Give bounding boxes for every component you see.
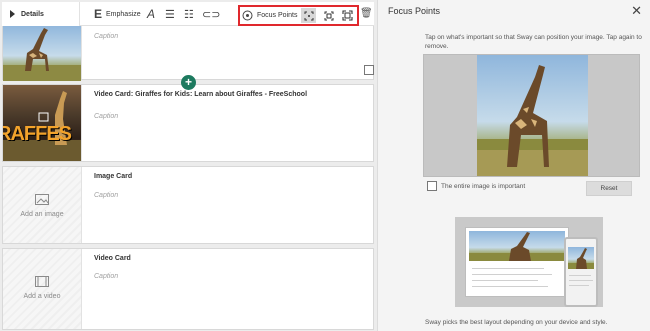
entire-image-checkbox[interactable]: [427, 181, 437, 191]
expand-triangle-icon: [10, 10, 15, 18]
link-button[interactable]: ⊂⊃: [202, 2, 220, 26]
accent-a-icon: A: [147, 7, 156, 21]
phone-preview-image: [568, 247, 594, 269]
text-line: [472, 268, 544, 269]
emphasize-label: Emphasize: [106, 10, 141, 18]
video-play-marker: [38, 112, 49, 122]
bulleted-list-button[interactable]: ☰: [165, 2, 175, 26]
focus-preview-area[interactable]: [423, 54, 640, 177]
image-toolbar: Details E Emphasize A ☰ ☷ ⊂⊃ Focus Point…: [2, 2, 374, 26]
caption-field[interactable]: Caption: [94, 113, 118, 120]
text-line: [569, 285, 589, 286]
card-checkbox[interactable]: [364, 65, 374, 75]
card-body: Image Card Caption: [81, 167, 373, 243]
image-card-title: Image Card: [94, 173, 133, 180]
video-card-empty[interactable]: Add a video Video Card Caption: [2, 248, 374, 330]
emphasize-e-icon: E: [94, 7, 103, 21]
video-card-title: Video Card: Giraffes for Kids: Learn abo…: [94, 91, 308, 98]
caption-field[interactable]: Caption: [94, 33, 118, 40]
video-card-giraffes[interactable]: RAFFES Video Card: Giraffes for Kids: Le…: [2, 84, 374, 162]
text-line: [569, 280, 593, 281]
focus-preview-image[interactable]: [477, 55, 588, 176]
image-card-empty[interactable]: Add an image Image Card Caption: [2, 166, 374, 244]
video-thumb-text: RAFFES: [3, 123, 72, 145]
video-thumbnail[interactable]: RAFFES: [3, 85, 81, 161]
image-placeholder-icon: [35, 194, 49, 205]
numbered-list-button[interactable]: ☷: [184, 2, 194, 26]
bulleted-list-icon: ☰: [165, 8, 175, 21]
emphasize-button[interactable]: E Emphasize: [94, 2, 141, 26]
phone-preview: [564, 237, 598, 307]
add-video-label: Add a video: [23, 293, 61, 300]
focus-hint-text: Tap on what's important so that Sway can…: [425, 34, 642, 50]
giraffe-thumbnail[interactable]: [3, 25, 81, 81]
video-card-title: Video Card: [94, 255, 131, 262]
add-image-label: Add an image: [20, 211, 64, 218]
numbered-list-icon: ☷: [184, 8, 194, 21]
card-body: Video Card: Giraffes for Kids: Learn abo…: [81, 85, 373, 161]
giraffe-image: [3, 28, 81, 81]
text-line: [472, 274, 552, 275]
card-body: Video Card Caption: [81, 249, 373, 329]
focus-points-highlight-box: [238, 5, 359, 26]
giraffe-preview-image: [477, 65, 588, 176]
delete-trash-icon[interactable]: 🗑: [360, 8, 373, 19]
details-label: Details: [21, 10, 44, 18]
panel-title: Focus Points: [388, 6, 441, 16]
caption-field[interactable]: Caption: [94, 192, 118, 199]
entire-image-label: The entire image is important: [441, 183, 526, 190]
layout-footer-text: Sway picks the best layout depending on …: [425, 319, 608, 326]
caption-field[interactable]: Caption: [94, 273, 118, 280]
add-image-placeholder[interactable]: Add an image: [3, 167, 81, 243]
phone-giraffe-image: [568, 248, 594, 269]
add-video-placeholder[interactable]: Add a video: [3, 249, 81, 329]
desktop-preview-image: [469, 231, 565, 261]
text-line: [569, 275, 591, 276]
add-card-plus-button[interactable]: +: [181, 75, 196, 90]
sway-storyline-editor: Caption Details E Emphasize A ☰ ☷ ⊂⊃ Foc…: [0, 0, 377, 331]
link-icon: ⊂⊃: [202, 8, 221, 21]
italic-a-button[interactable]: A: [147, 2, 155, 26]
video-placeholder-icon: [35, 276, 49, 287]
desktop-preview: [465, 227, 569, 297]
text-line: [472, 286, 548, 287]
reset-button[interactable]: Reset: [586, 181, 632, 196]
focus-points-panel: Focus Points ✕ Tap on what's important s…: [377, 0, 650, 331]
device-layout-illustration: [455, 217, 603, 307]
close-icon[interactable]: ✕: [631, 3, 642, 19]
details-button[interactable]: Details: [2, 2, 80, 26]
text-line: [472, 280, 538, 281]
desktop-giraffe-image: [469, 232, 565, 261]
